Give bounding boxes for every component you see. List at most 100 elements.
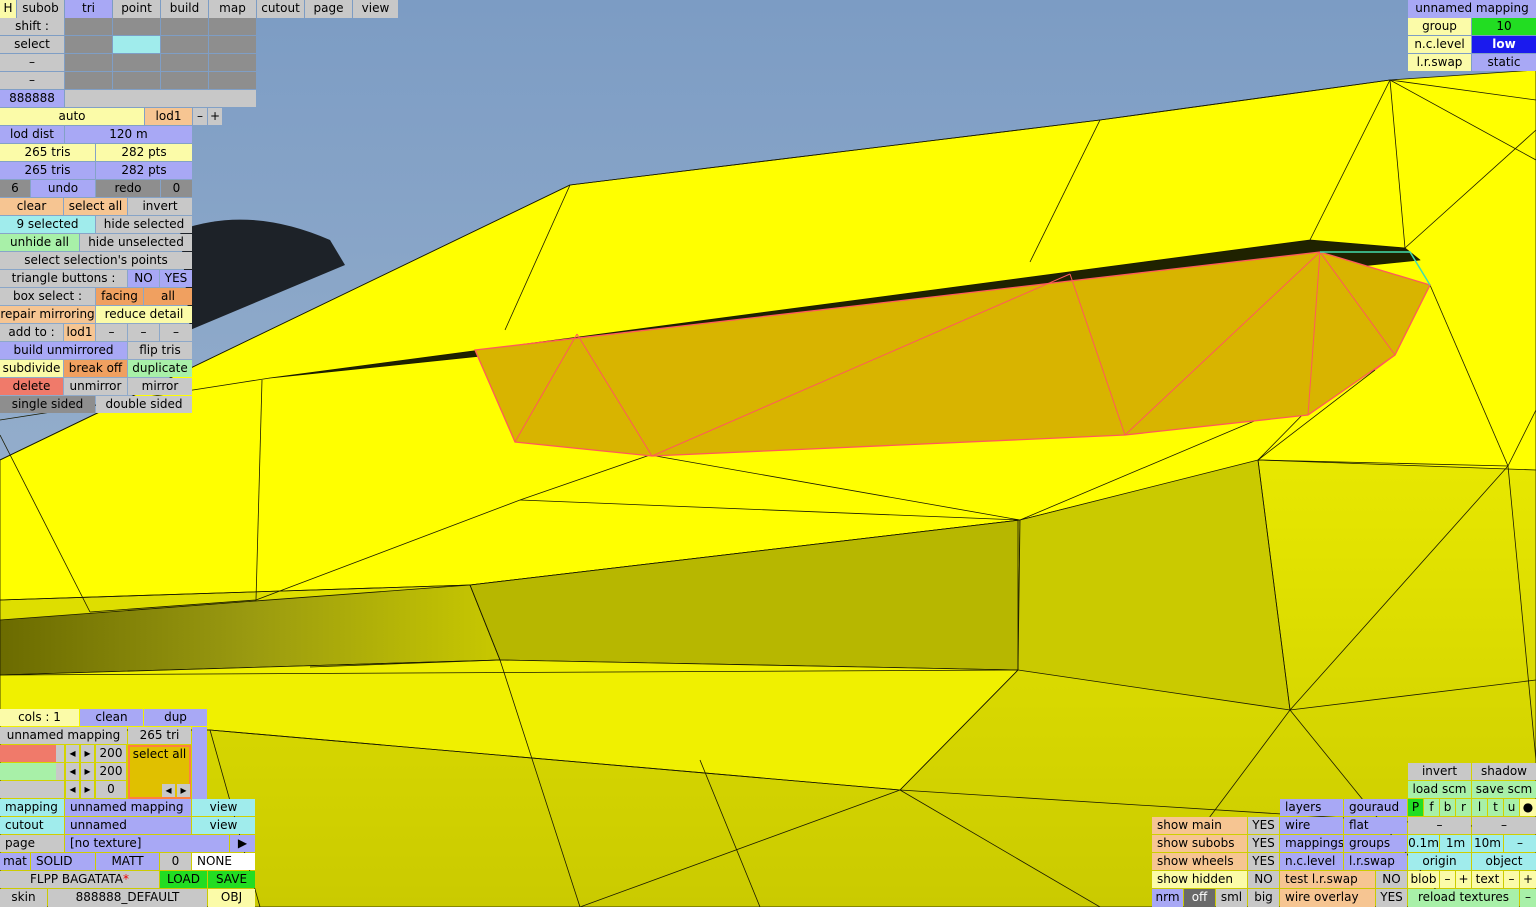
clean-button[interactable]: clean xyxy=(80,709,143,726)
flip-tris-button[interactable]: flip tris xyxy=(128,342,192,359)
mat-matt[interactable]: MATT xyxy=(96,853,159,870)
select-selection-points-button[interactable]: select selection's points xyxy=(0,252,192,269)
blue-right-arrow[interactable]: ▸ xyxy=(81,781,94,798)
tab-cutout[interactable]: cutout xyxy=(257,0,304,18)
add-to-slot-3[interactable]: – xyxy=(160,324,192,341)
nc-level-view-button[interactable]: n.c.level xyxy=(1280,853,1343,870)
groups-button[interactable]: groups xyxy=(1344,835,1407,852)
green-right-arrow[interactable]: ▸ xyxy=(81,763,94,780)
sml-button[interactable]: sml xyxy=(1216,889,1247,907)
save-button[interactable]: SAVE xyxy=(208,871,255,888)
duplicate-button[interactable]: duplicate xyxy=(128,360,192,377)
scale-10m[interactable]: 10m xyxy=(1472,835,1503,852)
redo-button[interactable]: redo xyxy=(96,180,160,197)
mappings-button[interactable]: mappings xyxy=(1280,835,1343,852)
flag-dot-icon[interactable]: ● xyxy=(1520,799,1536,816)
shift-slot-3[interactable] xyxy=(161,18,208,35)
select-slot-1[interactable] xyxy=(65,36,112,53)
shadow-button[interactable]: shadow xyxy=(1472,763,1536,780)
big-button[interactable]: big xyxy=(1248,889,1279,907)
tab-point[interactable]: point xyxy=(113,0,160,18)
invert-button[interactable]: invert xyxy=(128,198,192,215)
reduce-detail-button[interactable]: reduce detail xyxy=(96,306,192,323)
load-button[interactable]: LOAD xyxy=(160,871,207,888)
blue-slider[interactable] xyxy=(0,781,64,798)
add-to-slot-1[interactable]: – xyxy=(96,324,127,341)
show-subobs-toggle[interactable]: YES xyxy=(1248,835,1279,852)
off-button[interactable]: off xyxy=(1184,889,1215,907)
box-select-facing[interactable]: facing xyxy=(96,288,143,305)
lod-minus-button[interactable]: – xyxy=(193,108,207,125)
lod-plus-button[interactable]: + xyxy=(208,108,222,125)
show-wheels-toggle[interactable]: YES xyxy=(1248,853,1279,870)
mapping-value[interactable]: unnamed mapping xyxy=(65,799,191,816)
double-sided-button[interactable]: double sided xyxy=(96,396,192,413)
shift-slot-1[interactable] xyxy=(65,18,112,35)
row3-slot-1[interactable] xyxy=(65,54,112,71)
color-swatch[interactable] xyxy=(65,90,256,107)
row4-slot-2[interactable] xyxy=(113,72,160,89)
unhide-all-button[interactable]: unhide all xyxy=(0,234,79,251)
undo-button[interactable]: undo xyxy=(31,180,95,197)
row4-slot-4[interactable] xyxy=(209,72,256,89)
test-lr-swap-toggle[interactable]: NO xyxy=(1376,871,1407,888)
preview-left-arrow[interactable]: ◂ xyxy=(162,784,175,797)
flag-t[interactable]: t xyxy=(1488,799,1503,816)
unmirror-button[interactable]: unmirror xyxy=(64,378,127,395)
lod-dist-value[interactable]: 120 m xyxy=(65,126,192,143)
layers-button[interactable]: layers xyxy=(1280,799,1343,816)
row3-slot-2[interactable] xyxy=(113,54,160,71)
tab-subob[interactable]: subob xyxy=(17,0,64,18)
preview-right-arrow[interactable]: ▸ xyxy=(177,784,190,797)
gouraud-button[interactable]: gouraud xyxy=(1344,799,1407,816)
flag-u[interactable]: u xyxy=(1504,799,1519,816)
obj-button[interactable]: OBJ xyxy=(208,889,255,907)
load-scm-button[interactable]: load scm xyxy=(1408,781,1471,798)
select-all-button[interactable]: select all xyxy=(64,198,127,215)
red-left-arrow[interactable]: ◂ xyxy=(66,745,79,762)
lod-auto-button[interactable]: auto xyxy=(0,108,144,125)
row3-slot-3[interactable] xyxy=(161,54,208,71)
select-slot-2[interactable] xyxy=(113,36,160,53)
scrollbar[interactable] xyxy=(192,727,207,799)
wire-button[interactable]: wire xyxy=(1280,817,1343,834)
single-sided-button[interactable]: single sided xyxy=(0,396,95,413)
box-select-all[interactable]: all xyxy=(144,288,192,305)
color-code[interactable]: 888888 xyxy=(0,90,64,107)
viewport-3d[interactable] xyxy=(0,0,1536,907)
blob-minus[interactable]: – xyxy=(1440,871,1455,888)
nrm-button[interactable]: nrm xyxy=(1152,889,1183,907)
text-minus[interactable]: – xyxy=(1504,871,1519,888)
mat-number[interactable]: 0 xyxy=(160,853,191,870)
triangle-buttons-yes[interactable]: YES xyxy=(160,270,192,287)
nc-level-value[interactable]: low xyxy=(1472,36,1536,53)
mapping-view-button[interactable]: view xyxy=(192,799,255,816)
flag-p[interactable]: P xyxy=(1408,799,1423,816)
play-arrow-icon[interactable]: ▶ xyxy=(230,835,255,852)
lr-swap-view-button[interactable]: l.r.swap xyxy=(1344,853,1407,870)
flag-f[interactable]: f xyxy=(1424,799,1439,816)
mat-solid[interactable]: SOLID xyxy=(31,853,95,870)
green-slider[interactable] xyxy=(0,763,64,780)
text-plus[interactable]: + xyxy=(1520,871,1536,888)
flag-r[interactable]: r xyxy=(1456,799,1471,816)
blob-plus[interactable]: + xyxy=(1456,871,1471,888)
view-slot-2[interactable]: – xyxy=(1472,817,1536,834)
reload-dash[interactable]: – xyxy=(1520,889,1536,907)
green-left-arrow[interactable]: ◂ xyxy=(66,763,79,780)
object-button[interactable]: object xyxy=(1472,853,1536,870)
group-value[interactable]: 10 xyxy=(1472,18,1536,35)
hide-unselected-button[interactable]: hide unselected xyxy=(80,234,192,251)
red-slider[interactable] xyxy=(0,745,64,762)
flag-b[interactable]: b xyxy=(1440,799,1455,816)
shift-slot-2[interactable] xyxy=(113,18,160,35)
delete-button[interactable]: delete xyxy=(0,378,63,395)
clear-button[interactable]: clear xyxy=(0,198,63,215)
flat-button[interactable]: flat xyxy=(1344,817,1407,834)
tab-view[interactable]: view xyxy=(353,0,398,18)
select-slot-4[interactable] xyxy=(209,36,256,53)
tab-page[interactable]: page xyxy=(305,0,352,18)
add-to-lod[interactable]: lod1 xyxy=(64,324,95,341)
scale-dash[interactable]: – xyxy=(1504,835,1536,852)
lod-selector[interactable]: lod1 xyxy=(145,108,192,125)
